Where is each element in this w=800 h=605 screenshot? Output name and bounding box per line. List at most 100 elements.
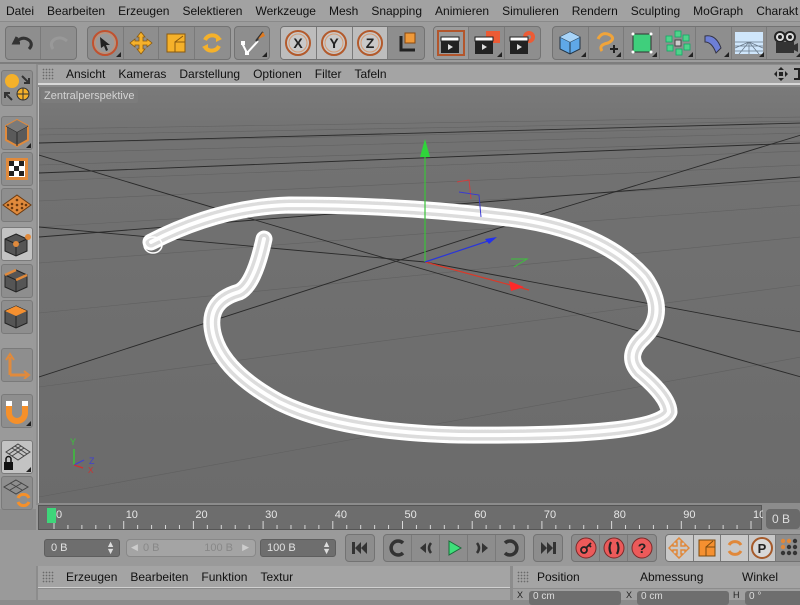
key-rotation-button[interactable] [721,535,749,561]
viewport-menu-optionen[interactable]: Optionen [247,67,309,81]
view-navigation-button[interactable] [1,70,33,106]
rotation-h-label: H [733,590,740,600]
material-manager-area[interactable] [38,589,510,600]
cube-button[interactable] [553,27,589,59]
play-button[interactable] [440,535,468,561]
3d-viewport[interactable]: Y Z X Zentralperspektive [38,87,800,503]
previous-key-button[interactable] [384,535,412,561]
svg-text:Y: Y [329,35,339,51]
menu-animieren[interactable]: Animieren [429,4,496,18]
rotate-view-icon[interactable] [792,67,800,81]
menu-charakter[interactable]: Charakt [750,4,800,18]
menu-mograph[interactable]: MoGraph [687,4,750,18]
timeline-playhead[interactable] [47,508,56,523]
range-left-arrow[interactable]: ◀ [131,542,138,553]
menu-sculpting[interactable]: Sculpting [625,4,687,18]
menu-simulieren[interactable]: Simulieren [496,4,566,18]
x-axis-lock-button[interactable]: X [281,27,317,59]
redo-button[interactable] [41,27,76,59]
snap-magnet-button[interactable] [1,394,33,428]
size-x-field[interactable]: 0 cm [637,591,729,605]
previous-frame-button[interactable] [412,535,440,561]
bottom-left-sidebar [0,566,36,600]
undo-button[interactable] [6,27,42,59]
menu-werkzeuge[interactable]: Werkzeuge [249,4,322,18]
y-axis-lock-button[interactable]: Y [316,27,353,59]
cloner-button[interactable] [660,27,696,59]
timeline-ruler[interactable]: 0 10 20 30 40 50 60 70 80 90 100 [38,505,763,530]
live-selection-tool-button[interactable] [235,27,269,59]
start-frame-field[interactable]: 0 B ▲ ▼ [44,539,120,557]
z-axis-lock-button[interactable]: Z [352,27,389,59]
current-frame-field[interactable]: 0 B [766,509,800,529]
material-menu-bearbeiten[interactable]: Bearbeiten [124,570,195,584]
render-view-button[interactable] [434,27,470,59]
camera-label[interactable]: Zentralperspektive [41,89,138,103]
axis-mode-icon [5,352,31,379]
go-to-end-button[interactable] [534,535,562,561]
render-settings-icon [509,31,536,54]
model-mode-button[interactable] [1,116,33,150]
workplane-sync-button[interactable] [1,476,33,510]
points-mode-button[interactable] [1,227,33,261]
material-panel-grip[interactable] [42,570,54,583]
floor-button[interactable] [732,27,768,59]
end-frame-stepper[interactable]: ▲ ▼ [322,540,331,556]
scale-tool-button[interactable] [159,27,195,59]
viewport-menu-ansicht[interactable]: Ansicht [60,67,112,81]
subdivision-surface-button[interactable] [624,27,661,59]
menu-selektieren[interactable]: Selektieren [176,4,249,18]
select-tool-button[interactable] [88,27,124,59]
menu-rendern[interactable]: Rendern [566,4,625,18]
menu-erzeugen[interactable]: Erzeugen [112,4,176,18]
menu-datei[interactable]: Datei [0,4,41,18]
material-menu-textur[interactable]: Textur [254,570,300,584]
coordinates-panel-grip[interactable] [517,571,529,583]
key-pla-button[interactable] [776,535,800,561]
key-position-button[interactable] [666,535,694,561]
rotate-tool-button[interactable] [195,27,230,59]
viewport-menu-kameras[interactable]: Kameras [112,67,173,81]
end-frame-field[interactable]: 100 B ▲ ▼ [260,539,336,557]
move-tool-button[interactable] [124,27,159,59]
redo-icon [49,36,68,50]
axis-lock-group: X Y Z [280,26,425,60]
render-picture-viewer-button[interactable] [469,27,505,59]
record-keyframe-button[interactable] [572,535,600,561]
move-view-icon[interactable] [774,67,788,81]
axis-mode-button[interactable] [1,348,33,382]
edges-mode-button[interactable] [1,264,33,298]
viewport-menu-tafeln[interactable]: Tafeln [348,67,393,81]
material-menu-funktion[interactable]: Funktion [195,570,254,584]
key-parameter-button[interactable]: P [748,535,777,561]
workplane-icon [2,194,32,216]
go-to-start-button[interactable] [346,535,374,561]
viewport-menu-filter[interactable]: Filter [309,67,349,81]
viewport-menu-darstellung[interactable]: Darstellung [173,67,247,81]
coordinate-system-button[interactable] [388,27,424,59]
locked-workplane-button[interactable] [1,440,33,474]
spline-pen-button[interactable] [589,27,625,59]
material-menu-erzeugen[interactable]: Erzeugen [60,570,124,584]
range-right-arrow[interactable]: ▶ [242,542,249,553]
position-x-field[interactable]: 0 cm [529,591,621,605]
next-frame-button[interactable] [468,535,496,561]
rotation-h-field[interactable]: 0 ° [745,591,800,605]
render-settings-button[interactable] [505,27,540,59]
menu-mesh[interactable]: Mesh [323,4,365,18]
workplane-button[interactable] [1,188,33,222]
next-key-button[interactable] [496,535,524,561]
key-scale-button[interactable] [693,535,722,561]
menu-snapping[interactable]: Snapping [365,4,429,18]
menu-bearbeiten[interactable]: Bearbeiten [41,4,112,18]
keyframe-selection-button[interactable]: ? [628,535,656,561]
texture-mode-button[interactable] [1,152,33,186]
start-frame-stepper[interactable]: ▲ ▼ [106,540,115,556]
deformer-button[interactable] [696,27,732,59]
panel-grip[interactable] [42,68,54,80]
autokey-button[interactable] [600,535,628,561]
polygons-mode-button[interactable] [1,300,33,334]
preview-range-slider[interactable]: ◀ 0 B 100 B ▶ [126,539,256,557]
texture-mode-icon [6,158,28,180]
camera-button[interactable] [767,27,800,59]
